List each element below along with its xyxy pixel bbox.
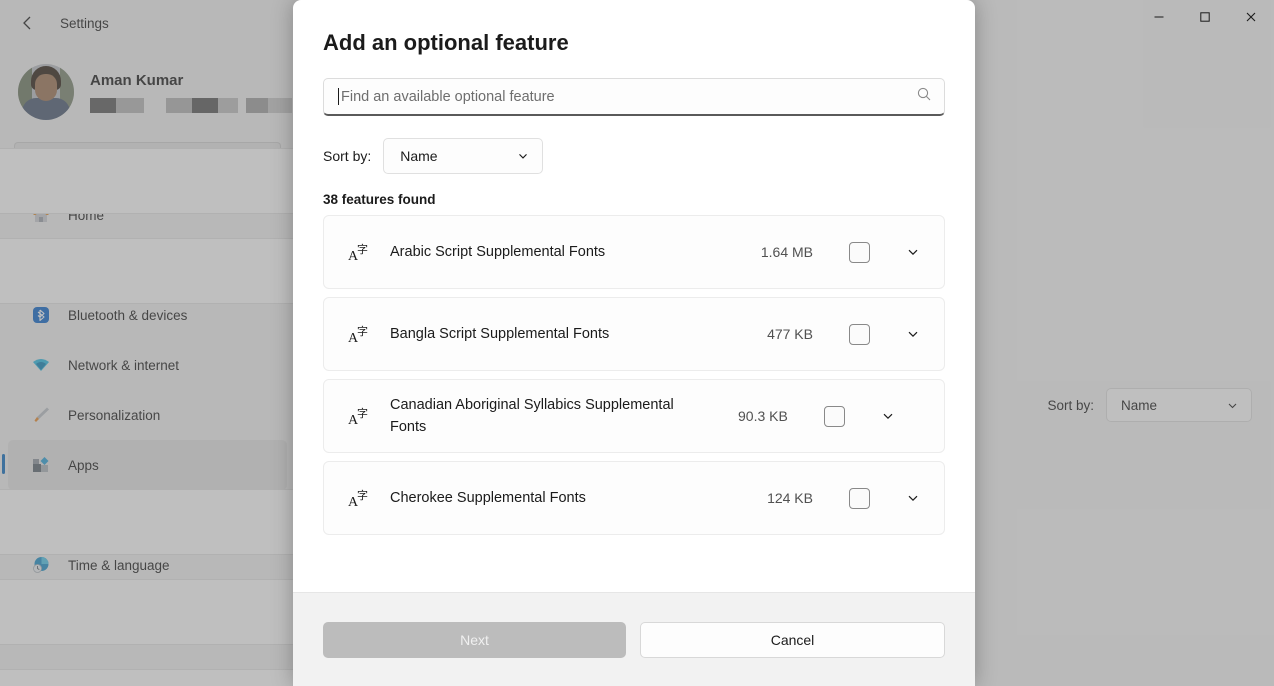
feature-checkbox[interactable] (849, 323, 870, 345)
background-sort-dropdown[interactable]: Name (1106, 388, 1252, 422)
feature-name: Bangla Script Supplemental Fonts (390, 325, 610, 342)
close-button[interactable] (1228, 0, 1274, 34)
dialog-sort-row: Sort by: Name (323, 138, 945, 174)
bluetooth-icon (30, 304, 52, 326)
feature-search-input[interactable]: Find an available optional feature (323, 78, 945, 116)
maximize-button[interactable] (1182, 0, 1228, 34)
dialog-footer: Next Cancel (293, 592, 975, 686)
expand-chevron-icon[interactable] (896, 317, 930, 351)
font-language-icon: A 字 (346, 322, 372, 346)
sidebar-titlebar: Settings (0, 0, 295, 46)
svg-text:字: 字 (357, 488, 368, 502)
expand-chevron-icon[interactable] (896, 481, 930, 515)
dialog-sort-dropdown[interactable]: Name (383, 138, 544, 174)
sidebar-item-network-internet[interactable]: Network & internet (8, 340, 287, 390)
feature-name: Canadian Aboriginal Syllabics Supplement… (390, 396, 674, 435)
text-caret (338, 88, 339, 105)
feature-list-item[interactable]: A 字 Bangla Script Supplemental Fonts 477… (323, 297, 945, 371)
sidebar-item-label: Network & internet (68, 357, 180, 373)
account-email-redacted (90, 97, 292, 113)
clock-icon (30, 554, 52, 576)
apps-icon (30, 454, 52, 476)
feature-checkbox[interactable] (849, 241, 870, 263)
user-profile[interactable]: Aman Kumar (0, 46, 295, 134)
svg-text:字: 字 (357, 242, 368, 256)
chevron-down-icon (1228, 403, 1237, 408)
sidebar-item-label: Bluetooth & devices (68, 307, 188, 323)
feature-checkbox[interactable] (849, 487, 870, 509)
sidebar-item-personalization[interactable]: Personalization (8, 390, 287, 440)
feature-size: 477 KB (767, 326, 813, 342)
dialog-body: Add an optional feature Find an availabl… (293, 0, 975, 592)
avatar (18, 64, 74, 120)
search-icon[interactable] (916, 86, 932, 107)
back-arrow-icon[interactable] (14, 9, 42, 37)
svg-text:字: 字 (357, 406, 368, 420)
cancel-button[interactable]: Cancel (640, 621, 945, 658)
feature-list-item[interactable]: A 字 Cherokee Supplemental Fonts 124 KB (323, 461, 945, 535)
feature-size: 1.64 MB (760, 244, 813, 260)
chevron-down-icon (519, 153, 528, 159)
sidebar-item-apps[interactable]: Apps (2, 440, 287, 490)
feature-name: Cherokee Supplemental Fonts (390, 489, 586, 506)
results-count: 38 features found (323, 192, 436, 207)
font-language-icon: A 字 (346, 486, 372, 510)
feature-size: 124 KB (767, 490, 813, 506)
dialog-sort-value: Name (400, 148, 438, 164)
next-button[interactable]: Next (323, 621, 626, 658)
sidebar-item-label: Personalization (68, 407, 161, 423)
feature-list: A 字 Arabic Script Supplemental Fonts 1.6… (323, 215, 945, 535)
expand-chevron-icon[interactable] (871, 399, 905, 433)
feature-search-placeholder: Find an available optional feature (341, 88, 555, 105)
add-optional-feature-dialog: Add an optional feature Find an availabl… (293, 0, 975, 686)
app-title: Settings (60, 15, 109, 31)
paintbrush-icon (30, 404, 52, 426)
window-caption-buttons (1136, 0, 1274, 34)
sidebar-item-label: Time & language (68, 557, 170, 573)
feature-size: 90.3 KB (738, 408, 788, 424)
minimize-button[interactable] (1136, 0, 1182, 34)
dialog-sort-label: Sort by: (323, 148, 372, 164)
background-sort-label: Sort by: (1047, 397, 1094, 413)
dialog-title: Add an optional feature (323, 30, 569, 55)
feature-list-item[interactable]: A 字 Arabic Script Supplemental Fonts 1.6… (323, 215, 945, 289)
wifi-icon (30, 354, 52, 376)
feature-name: Arabic Script Supplemental Fonts (390, 243, 606, 260)
font-language-icon: A 字 (346, 404, 372, 428)
svg-text:字: 字 (357, 324, 368, 338)
feature-list-item[interactable]: A 字 Canadian Aboriginal Syllabics Supple… (323, 379, 945, 453)
profile-name: Aman Kumar (90, 71, 184, 89)
expand-chevron-icon[interactable] (896, 235, 930, 269)
background-sort-value: Name (1121, 397, 1158, 413)
settings-window: Settings Aman Kumar Home Bluetooth & dev… (0, 0, 1274, 686)
background-sort-row: Sort by: Name (1047, 388, 1252, 422)
feature-checkbox[interactable] (823, 405, 845, 427)
sidebar-item-label: Apps (68, 457, 99, 473)
font-language-icon: A 字 (346, 240, 372, 264)
